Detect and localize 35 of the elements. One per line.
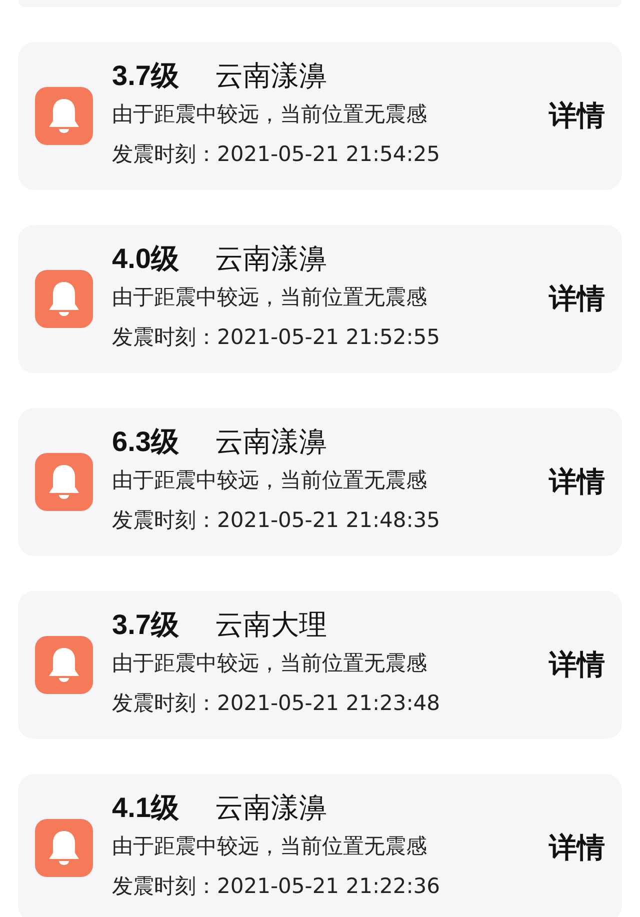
location-text: 云南漾濞: [214, 241, 327, 277]
magnitude-text: 3.7级: [112, 59, 179, 93]
alert-card[interactable]: 3.7级 云南大理 由于距震中较远，当前位置无震感 发震时刻：2021-05-21 21:23:48 详情: [18, 591, 622, 739]
details-link[interactable]: 详情: [549, 463, 605, 501]
alert-card[interactable]: 6.3级 云南漾濞 由于距震中较远，当前位置无震感 发震时刻：2021-05-21 21:48:35 详情: [18, 408, 622, 556]
magnitude-text: 6.3级: [112, 425, 179, 459]
alert-card[interactable]: 3.7级 云南漾濞 由于距震中较远，当前位置无震感 发震时刻：2021-05-21 21:54:25 详情: [18, 42, 622, 190]
note-text: 由于距震中较远，当前位置无震感: [112, 101, 428, 128]
note-text: 由于距震中较远，当前位置无震感: [112, 833, 428, 860]
time-text: 发震时刻：2021-05-21 21:23:48: [112, 690, 442, 717]
bell-icon: [35, 819, 93, 877]
details-link[interactable]: 详情: [549, 280, 605, 318]
alert-card[interactable]: 4.0级 云南漾濞 由于距震中较远，当前位置无震感 发震时刻：2021-05-21 21:52:55 详情: [18, 225, 622, 373]
details-link[interactable]: 详情: [549, 829, 605, 867]
magnitude-text: 3.7级: [112, 608, 179, 642]
alert-card[interactable]: 4.1级 云南漾濞 由于距震中较远，当前位置无震感 发震时刻：2021-05-21 21:22:36 详情: [18, 774, 622, 917]
bell-icon: [35, 87, 93, 145]
note-text: 由于距震中较远，当前位置无震感: [112, 284, 428, 311]
time-text: 发震时刻：2021-05-21 21:48:35: [112, 507, 442, 534]
time-text: 发震时刻：2021-05-21 21:22:36: [112, 873, 442, 900]
details-link[interactable]: 详情: [549, 97, 605, 135]
time-text: 发震时刻：2021-05-21 21:54:25: [112, 141, 442, 168]
magnitude-text: 4.0级: [112, 242, 179, 276]
note-text: 由于距震中较远，当前位置无震感: [112, 467, 428, 494]
location-text: 云南大理: [214, 607, 327, 643]
location-text: 云南漾濞: [214, 58, 327, 94]
details-link[interactable]: 详情: [549, 646, 605, 684]
bell-icon: [35, 270, 93, 328]
bell-icon: [35, 453, 93, 511]
location-text: 云南漾濞: [214, 424, 327, 460]
magnitude-text: 4.1级: [112, 791, 179, 825]
location-text: 云南漾濞: [214, 790, 327, 826]
time-text: 发震时刻：2021-05-21 21:52:55: [112, 324, 442, 351]
bell-icon: [35, 636, 93, 694]
note-text: 由于距震中较远，当前位置无震感: [112, 650, 428, 677]
